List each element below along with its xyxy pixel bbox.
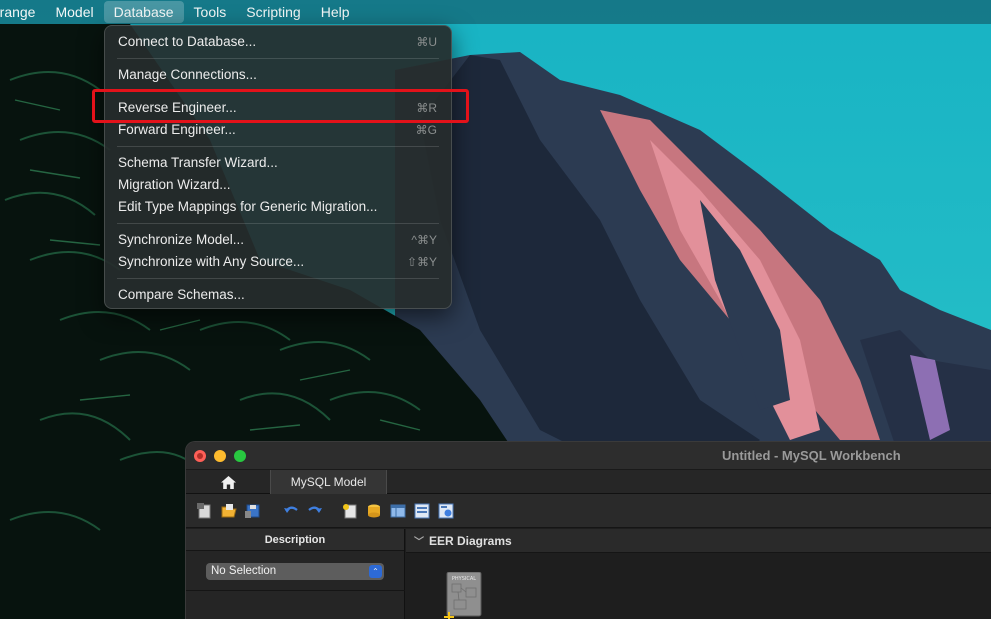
menu-item-label: Manage Connections... bbox=[118, 67, 257, 82]
menu-separator bbox=[117, 146, 439, 147]
undo-icon[interactable] bbox=[283, 503, 299, 519]
menu-item-connect-to-database[interactable]: Connect to Database... ⌘U bbox=[105, 31, 451, 53]
menu-item-label: Schema Transfer Wizard... bbox=[118, 155, 278, 170]
tab-home[interactable] bbox=[186, 470, 270, 494]
menu-bar: rrange Model Database Tools Scripting He… bbox=[0, 0, 991, 24]
chevron-updown-icon: ⌃ bbox=[369, 565, 382, 578]
open-folder-icon[interactable] bbox=[221, 503, 237, 519]
thumb-label: PHYSICAL bbox=[452, 576, 476, 582]
menu-item-shortcut: ⇧⌘Y bbox=[406, 255, 437, 269]
menu-arrange[interactable]: rrange bbox=[0, 0, 45, 24]
add-table-icon[interactable] bbox=[390, 503, 406, 519]
database-menu: Connect to Database... ⌘U Manage Connect… bbox=[104, 25, 452, 309]
menu-tools[interactable]: Tools bbox=[184, 0, 237, 24]
add-routine-icon[interactable] bbox=[438, 503, 454, 519]
main-toolbar bbox=[186, 494, 991, 528]
new-document-icon[interactable] bbox=[197, 503, 213, 519]
menu-item-label: Migration Wizard... bbox=[118, 177, 231, 192]
add-diagram-thumbnail[interactable]: PHYSICAL bbox=[444, 572, 484, 619]
tab-mysql-model[interactable]: MySQL Model bbox=[270, 470, 387, 494]
description-pane: Description No Selection ⌃ bbox=[186, 529, 405, 619]
menu-model[interactable]: Model bbox=[45, 0, 103, 24]
menu-separator bbox=[117, 58, 439, 59]
menu-item-edit-type-mappings[interactable]: Edit Type Mappings for Generic Migration… bbox=[105, 196, 451, 218]
object-selection-dropdown[interactable]: No Selection ⌃ bbox=[206, 563, 384, 580]
highlight-annotation-box bbox=[92, 89, 469, 123]
menu-item-shortcut: ^⌘Y bbox=[411, 233, 437, 247]
menu-item-schema-transfer-wizard[interactable]: Schema Transfer Wizard... bbox=[105, 152, 451, 174]
window-title: Untitled - MySQL Workbench bbox=[722, 448, 901, 463]
minimize-window-button[interactable] bbox=[214, 450, 226, 462]
menu-item-label: Synchronize with Any Source... bbox=[118, 254, 305, 269]
add-view-icon[interactable] bbox=[414, 503, 430, 519]
eer-diagrams-label: EER Diagrams bbox=[429, 534, 512, 548]
tab-bar: MySQL Model bbox=[186, 470, 991, 494]
menu-scripting[interactable]: Scripting bbox=[236, 0, 310, 24]
menu-item-label: Synchronize Model... bbox=[118, 232, 245, 247]
home-icon bbox=[220, 475, 236, 489]
menu-item-shortcut: ⌘U bbox=[416, 35, 437, 49]
workspace: Description No Selection ⌃ ﹀ EER Diagrams… bbox=[186, 529, 991, 619]
add-schema-icon[interactable] bbox=[366, 503, 382, 519]
redo-icon[interactable] bbox=[307, 503, 323, 519]
menu-item-migration-wizard[interactable]: Migration Wizard... bbox=[105, 174, 451, 196]
menu-help[interactable]: Help bbox=[311, 0, 360, 24]
eer-diagrams-section-header[interactable]: ﹀ EER Diagrams bbox=[406, 529, 991, 553]
menu-item-label: Compare Schemas... bbox=[118, 287, 245, 302]
menu-item-compare-schemas[interactable]: Compare Schemas... bbox=[105, 284, 451, 306]
selection-value: No Selection bbox=[211, 565, 277, 577]
menu-item-synchronize-any-source[interactable]: Synchronize with Any Source... ⇧⌘Y bbox=[105, 251, 451, 273]
close-window-button[interactable] bbox=[194, 450, 206, 462]
menu-separator bbox=[117, 223, 439, 224]
menu-item-synchronize-model[interactable]: Synchronize Model... ^⌘Y bbox=[105, 229, 451, 251]
pane-divider bbox=[186, 590, 405, 591]
chevron-down-icon: ﹀ bbox=[414, 537, 424, 548]
add-diagram-icon[interactable] bbox=[342, 503, 358, 519]
menu-item-manage-connections[interactable]: Manage Connections... bbox=[105, 64, 451, 86]
model-overview-pane: ﹀ EER Diagrams PHYSICAL bbox=[406, 529, 991, 619]
menu-database[interactable]: Database bbox=[103, 1, 184, 23]
description-header: Description bbox=[186, 529, 404, 551]
save-icon[interactable] bbox=[245, 503, 261, 519]
menu-item-label: Connect to Database... bbox=[118, 34, 257, 49]
workbench-window: Untitled - MySQL Workbench MySQL Model D… bbox=[185, 441, 991, 619]
zoom-window-button[interactable] bbox=[234, 450, 246, 462]
window-titlebar: Untitled - MySQL Workbench bbox=[186, 442, 991, 470]
menu-separator bbox=[117, 278, 439, 279]
menu-item-label: Edit Type Mappings for Generic Migration… bbox=[118, 199, 378, 214]
